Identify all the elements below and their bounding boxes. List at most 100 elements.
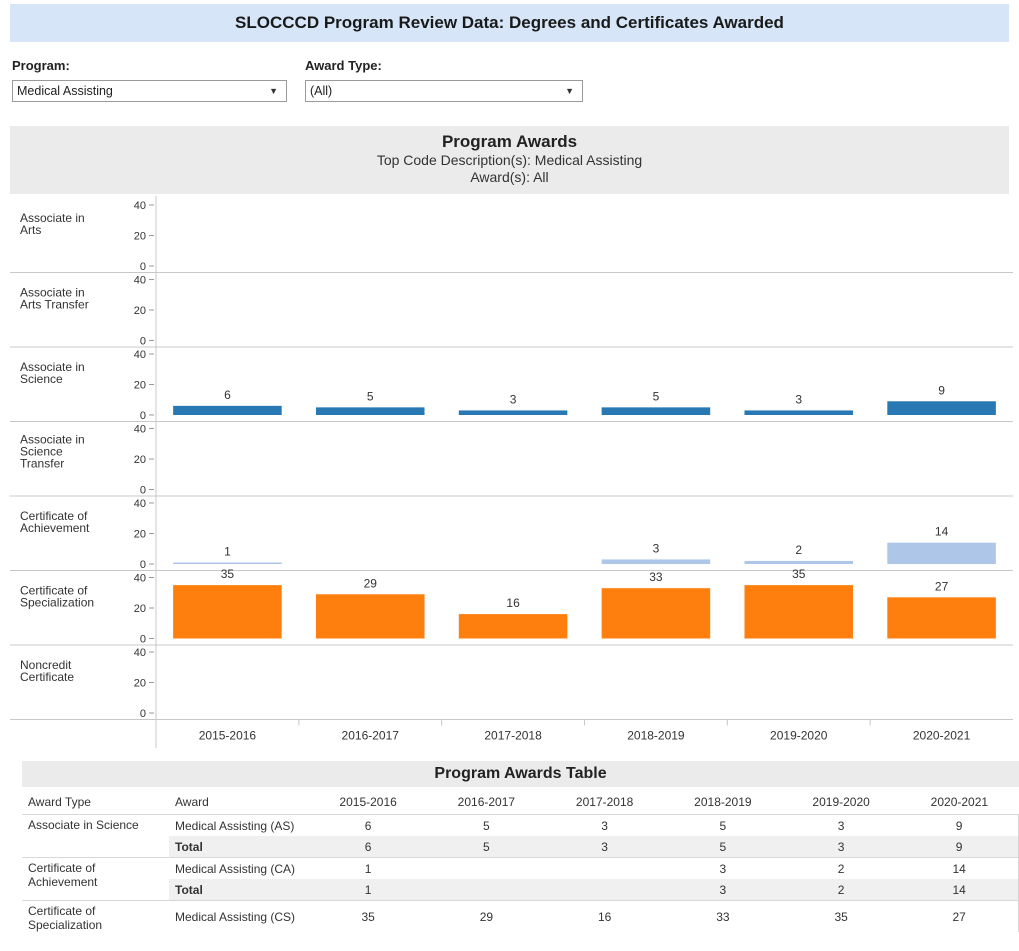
x-category-label: 2017-2018: [484, 729, 542, 743]
total-label: Total: [169, 879, 309, 901]
row-label: Achievement: [20, 521, 90, 535]
y-tick-label: 40: [134, 275, 146, 287]
col-header: 2016-2017: [457, 795, 516, 809]
award-name: Medical Assisting (AS): [169, 814, 309, 836]
program-awards-table: Award Type Award 2015-2016 2016-2017 201…: [22, 790, 1019, 932]
bar: [601, 559, 711, 564]
table-header-row: Award Type Award 2015-2016 2016-2017 201…: [22, 790, 1019, 815]
bar: [458, 614, 568, 639]
award-type-dropdown-value: (All): [310, 84, 333, 98]
table-total-row: Total 1 3 2 14: [22, 879, 1019, 901]
table-cell: [427, 879, 546, 901]
table-row: Certificate of Achievement Medical Assisti…: [22, 857, 1019, 901]
x-category-label: 2018-2019: [627, 729, 685, 743]
bar: [601, 407, 711, 415]
table-cell: 1: [309, 857, 428, 879]
bar: [173, 405, 282, 415]
y-tick-label: 20: [134, 380, 146, 392]
table-row: Associate in Science Medical Assisting (A…: [22, 814, 1019, 858]
award-type-text: Associate in Science: [28, 818, 139, 832]
col-header: 2015-2016: [339, 795, 397, 809]
program-dropdown-value: Medical Assisting: [17, 84, 113, 98]
col-header: 2017-2018: [575, 795, 634, 809]
chart-subtitle-award: Award(s): All: [470, 169, 549, 185]
program-filter-label: Program:: [12, 58, 70, 73]
col-header: Award: [175, 795, 209, 809]
total-label: Total: [169, 836, 309, 858]
row-label: Transfer: [20, 457, 64, 471]
row-label: Arts Transfer: [20, 298, 89, 312]
x-category-label: 2019-2020: [770, 729, 828, 743]
y-tick-label: 20: [134, 231, 146, 243]
y-tick-label: 0: [140, 336, 146, 348]
bar-value-label: 14: [935, 525, 949, 539]
row-label: Certificate: [20, 670, 74, 684]
bar-value-label: 16: [506, 596, 520, 610]
table-cell: [427, 857, 546, 879]
award-type-text: Certificate of: [28, 861, 96, 875]
table-cell: 14: [900, 857, 1019, 879]
col-header: 2019-2020: [812, 795, 870, 809]
table-cell: 35: [782, 900, 901, 932]
table-row: Certificate of Specialization Medical Assi…: [22, 900, 1019, 932]
table-cell: 5: [663, 814, 782, 836]
award-type-filter-label: Award Type:: [305, 58, 382, 73]
y-tick-label: 0: [140, 559, 146, 571]
table-cell: 2: [782, 857, 901, 879]
bar: [173, 562, 282, 564]
bar-value-label: 6: [224, 388, 231, 402]
table-cell: 5: [663, 836, 782, 858]
table-cell: 33: [663, 900, 782, 932]
bar: [744, 560, 854, 564]
bar: [744, 410, 854, 415]
bar: [887, 597, 996, 639]
table-cell: 2: [782, 879, 901, 901]
award-type-cell: Associate in Science: [22, 814, 169, 858]
bar-value-label: 3: [795, 392, 802, 406]
table-cell: 9: [900, 836, 1019, 858]
bar-value-label: 33: [649, 570, 663, 584]
table-cell: 6: [309, 836, 428, 858]
award-type-text: Certificate of: [28, 904, 96, 918]
bar-value-label: 1: [224, 544, 231, 558]
award-type-dropdown[interactable]: (All) ▼: [305, 80, 583, 102]
bar-value-label: 5: [653, 389, 660, 403]
bar-value-label: 35: [792, 567, 806, 581]
y-tick-label: 20: [134, 529, 146, 541]
y-tick-label: 0: [140, 485, 146, 497]
bar: [173, 585, 282, 639]
bar-value-label: 5: [367, 389, 374, 403]
x-category-label: 2015-2016: [199, 729, 257, 743]
chevron-down-icon: ▼: [565, 86, 574, 96]
table-cell: 29: [427, 900, 546, 932]
table-cell: 3: [663, 879, 782, 901]
bar: [458, 410, 568, 415]
bar-value-label: 9: [938, 383, 945, 397]
x-category-label: 2016-2017: [342, 729, 400, 743]
table-cell: 3: [545, 836, 664, 858]
bar-value-label: 35: [221, 567, 235, 581]
row-label: Arts: [20, 223, 41, 237]
bar: [744, 585, 854, 639]
table-cell: 5: [427, 814, 546, 836]
award-type-text: Specialization: [28, 918, 103, 932]
program-dropdown[interactable]: Medical Assisting ▼: [12, 80, 287, 102]
y-tick-label: 40: [134, 424, 146, 436]
y-tick-label: 20: [134, 603, 146, 615]
table-cell: 16: [545, 900, 664, 932]
col-header: Award Type: [28, 795, 91, 809]
y-tick-label: 0: [140, 708, 146, 720]
table-cell: 3: [663, 857, 782, 879]
award-name: Medical Assisting (CS): [169, 900, 309, 932]
bar-value-label: 3: [510, 392, 517, 406]
table-cell: 9: [900, 814, 1019, 836]
table-cell: 35: [309, 900, 428, 932]
table-total-row: Total 6 5 3 5 3 9: [22, 836, 1019, 858]
chart-title: Program Awards: [441, 132, 578, 151]
table-title: Program Awards Table: [22, 761, 1019, 787]
bar: [887, 401, 996, 415]
bar: [887, 542, 996, 564]
chart-header: Program Awards Top Code Description(s): …: [10, 126, 1009, 194]
bar-value-label: 27: [935, 579, 949, 593]
chevron-down-icon: ▼: [269, 86, 278, 96]
